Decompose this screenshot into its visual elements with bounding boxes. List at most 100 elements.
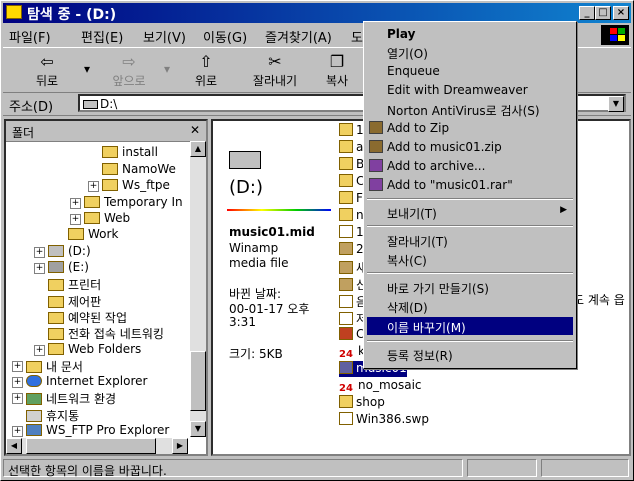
back-button[interactable]: ⇦ 뒤로 (17, 52, 77, 89)
menu-item-properties[interactable]: 등록 정보(R) (367, 345, 573, 363)
menu-item-add-to-rar[interactable]: Add to "music01.rar" (367, 176, 573, 194)
folder-icon (84, 196, 100, 208)
menu-item-add-to-zip[interactable]: Add to Zip (367, 119, 573, 137)
minimize-button[interactable]: _ (579, 6, 595, 20)
maximize-button[interactable]: □ (595, 6, 611, 20)
scroll-up-button[interactable]: ▲ (190, 141, 206, 157)
menu-view[interactable]: 보기(V) (143, 27, 186, 46)
menu-item-norton-scan[interactable]: Norton AntiVirus로 검사(S) (367, 100, 573, 118)
tree-item[interactable]: 예약된 작업 (48, 309, 127, 325)
menu-favorites[interactable]: 즐겨찾기(A) (265, 27, 332, 46)
back-dropdown[interactable]: ▾ (79, 62, 95, 76)
folder-pane-close-button[interactable]: ✕ (190, 123, 200, 137)
menu-item-play[interactable]: Play (367, 25, 573, 43)
menu-file[interactable]: 파일(F) (9, 27, 51, 46)
menu-separator (367, 225, 573, 227)
list-item[interactable]: C (339, 327, 364, 343)
expand-icon[interactable]: + (34, 263, 45, 274)
scroll-down-button[interactable]: ▼ (190, 421, 206, 437)
expand-icon[interactable]: + (34, 345, 45, 356)
tree-item[interactable]: (D:) (48, 244, 91, 260)
drive-title: (D:) (229, 177, 263, 198)
tree-item[interactable]: 전화 접속 네트워킹 (48, 325, 164, 341)
winrar-icon (369, 159, 383, 172)
expand-icon[interactable]: + (88, 181, 99, 192)
address-dropdown-button[interactable]: ▼ (608, 96, 624, 112)
tree-item[interactable]: 네트워크 환경 (26, 390, 116, 406)
menu-item-add-to-archive[interactable]: Add to archive... (367, 157, 573, 175)
folder-icon (102, 163, 118, 175)
folder-icon (339, 208, 353, 221)
file-icon (339, 278, 353, 291)
tree-item[interactable]: Web (84, 211, 130, 227)
folder-icon (339, 395, 353, 408)
list-item[interactable]: a (339, 140, 363, 156)
menu-edit[interactable]: 편집(E) (81, 27, 123, 46)
list-item[interactable]: 1 (339, 225, 364, 241)
tree-item[interactable]: Work (68, 227, 118, 243)
scroll-left-button[interactable]: ◀ (6, 438, 22, 454)
tree-item[interactable]: install (102, 145, 158, 161)
list-item[interactable]: Win386.swp (339, 412, 429, 428)
expand-icon[interactable]: + (70, 214, 81, 225)
folder-icon (339, 191, 353, 204)
list-item[interactable]: 24 no_mosaic (339, 378, 422, 394)
tree-item[interactable]: 휴지통 (26, 407, 79, 423)
menu-tools[interactable]: 도 (351, 27, 363, 46)
tree-item[interactable]: WS_FTP Pro Explorer (26, 423, 169, 439)
scroll-thumb[interactable] (26, 438, 156, 454)
up-button[interactable]: ⇧ 위로 (181, 52, 231, 89)
folder-horizontal-scrollbar[interactable]: ◀ ▶ (6, 438, 188, 454)
list-item[interactable]: C (339, 174, 364, 190)
menu-item-edit-dreamweaver[interactable]: Edit with Dreamweaver (367, 81, 573, 99)
address-label: 주소(D) (9, 100, 54, 115)
list-item[interactable]: 1 (339, 123, 364, 139)
menu-item-delete[interactable]: 삭제(D) (367, 297, 573, 315)
tree-item[interactable]: Web Folders (48, 342, 141, 358)
cut-button[interactable]: ✂ 잘라내기 (243, 52, 307, 89)
web-folders-icon (48, 343, 64, 355)
copy-button[interactable]: ❐ 복사 (315, 52, 359, 89)
folder-search-icon (6, 5, 22, 19)
tree-item[interactable]: 프린터 (48, 276, 101, 292)
menu-item-create-shortcut[interactable]: 바로 가기 만들기(S) (367, 278, 573, 296)
window-title: 탐색 중 - (D:) (27, 7, 117, 23)
expand-icon[interactable]: + (12, 361, 23, 372)
list-item[interactable]: 2 (339, 242, 364, 258)
menu-item-cut[interactable]: 잘라내기(T) (367, 231, 573, 249)
tree-item[interactable]: (E:) (48, 260, 89, 276)
expand-icon[interactable]: + (12, 426, 23, 437)
windows-logo-icon (601, 25, 629, 45)
close-button[interactable]: × (613, 6, 629, 20)
expand-icon[interactable]: + (34, 247, 45, 258)
list-item[interactable]: n (339, 208, 364, 224)
tree-item[interactable]: NamoWe (102, 162, 176, 178)
menu-go[interactable]: 이동(G) (203, 27, 247, 46)
forward-button[interactable]: ⇨ 앞으로 (99, 52, 159, 89)
scroll-right-button[interactable]: ▶ (172, 438, 188, 454)
menu-item-rename[interactable]: 이름 바꾸기(M) (367, 317, 573, 335)
title-bar[interactable]: 탐색 중 - (D:) _ □ × (3, 3, 631, 23)
list-item[interactable]: B (339, 157, 364, 173)
menu-item-copy[interactable]: 복사(C) (367, 250, 573, 268)
tree-item[interactable]: Temporary In (84, 195, 183, 211)
drive-icon (83, 100, 98, 109)
menu-item-open[interactable]: 열기(O) (367, 43, 573, 61)
file-icon (339, 295, 353, 308)
menu-item-send-to[interactable]: 보내기(T) ▶ (367, 203, 573, 221)
tree-item[interactable]: 제어판 (48, 293, 101, 309)
expand-icon[interactable]: + (12, 377, 23, 388)
tree-item[interactable]: 내 문서 (26, 358, 83, 374)
expand-icon[interactable]: + (70, 198, 81, 209)
scroll-thumb[interactable] (190, 351, 206, 411)
list-item[interactable]: shop (339, 395, 385, 411)
expand-icon[interactable]: + (12, 393, 23, 404)
status-bar: 선택한 항목의 이름을 바꿉니다. (3, 458, 631, 478)
forward-dropdown[interactable]: ▾ (159, 62, 175, 76)
tree-item[interactable]: Ws_ftpe (102, 178, 170, 194)
menu-item-add-to-music01-zip[interactable]: Add to music01.zip (367, 138, 573, 156)
folder-vertical-scrollbar[interactable]: ▲ ▼ (190, 141, 206, 437)
tree-item[interactable]: Internet Explorer (26, 374, 147, 390)
menu-item-enqueue[interactable]: Enqueue (367, 62, 573, 80)
forward-arrow-icon: ⇨ (122, 52, 136, 71)
